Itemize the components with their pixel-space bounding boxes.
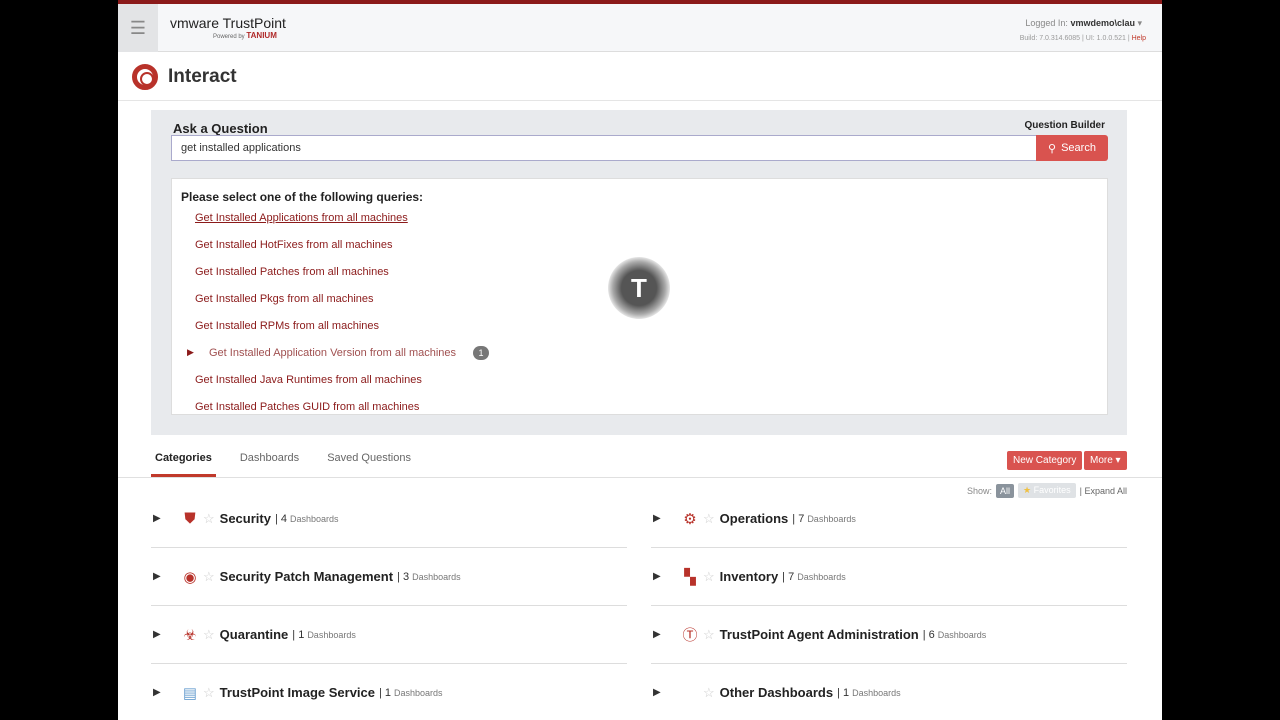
query-item[interactable]: Get Installed Java Runtimes from all mac…	[195, 374, 422, 386]
query-item[interactable]: Get Installed HotFixes from all machines	[195, 239, 392, 251]
category-name[interactable]: Quarantine	[220, 627, 289, 642]
category-row[interactable]: ▶ Ⓣ ☆ TrustPoint Agent Administration | …	[651, 606, 1127, 664]
powered-by: Powered by TANIUM	[213, 31, 277, 40]
tab-bar: Categories Dashboards Saved Questions	[151, 448, 415, 477]
tab-saved-questions[interactable]: Saved Questions	[323, 448, 415, 477]
help-link[interactable]: Help	[1132, 35, 1146, 42]
expand-caret-icon[interactable]: ▶	[651, 571, 681, 582]
ask-label: Ask a Question	[173, 121, 268, 136]
category-row[interactable]: ▶ ⛊ ☆ Security | 4 Dashboards	[151, 490, 627, 548]
category-row[interactable]: ▶ ⚙ ☆ Operations | 7 Dashboards	[651, 490, 1127, 548]
dashboard-count: | 7	[792, 512, 805, 525]
page-header: Interact	[132, 64, 237, 90]
dashboard-count: | 1	[379, 686, 392, 699]
expand-caret-icon[interactable]: ▶	[651, 629, 681, 640]
dashboard-unit: Dashboards	[412, 571, 461, 582]
loading-spinner-icon: T	[608, 257, 670, 319]
category-row[interactable]: ▶ ☆ Other Dashboards | 1 Dashboards	[651, 664, 1127, 720]
favorite-star-icon[interactable]: ☆	[203, 569, 215, 585]
dashboard-count: | 1	[292, 628, 305, 641]
logo: vmware TrustPoint	[170, 15, 286, 31]
image-service-icon: ▤	[182, 684, 198, 702]
new-category-button[interactable]: New Category	[1007, 451, 1083, 470]
tanium-icon: Ⓣ	[682, 627, 698, 644]
category-name[interactable]: Security	[220, 511, 271, 526]
tab-dashboards[interactable]: Dashboards	[236, 448, 303, 477]
shield-icon: ⛊	[184, 510, 196, 527]
category-row[interactable]: ▶ ▚ ☆ Inventory | 7 Dashboards	[651, 548, 1127, 606]
category-row[interactable]: ▶ ◉ ☆ Security Patch Management | 3 Dash…	[151, 548, 627, 606]
dashboard-unit: Dashboards	[290, 513, 339, 524]
expand-caret-icon[interactable]: ▶	[151, 513, 181, 524]
dashboard-unit: Dashboards	[937, 629, 987, 640]
expand-caret-icon[interactable]: ▶	[187, 347, 194, 358]
dashboard-count: | 6	[922, 628, 935, 641]
favorite-star-icon[interactable]: ☆	[703, 511, 715, 527]
favorite-star-icon[interactable]: ☆	[703, 627, 715, 643]
divider	[118, 477, 1162, 478]
favorite-star-icon[interactable]: ☆	[203, 685, 215, 701]
category-row[interactable]: ▶ ▤ ☆ TrustPoint Image Service | 1 Dashb…	[151, 664, 627, 720]
page-title: Interact	[168, 66, 237, 87]
gears-icon: ⚙	[683, 510, 697, 528]
expand-caret-icon[interactable]: ▶	[151, 571, 181, 582]
expand-caret-icon[interactable]: ▶	[651, 513, 681, 524]
category-name[interactable]: Other Dashboards	[720, 685, 833, 700]
tab-categories[interactable]: Categories	[151, 448, 216, 477]
favorite-star-icon[interactable]: ☆	[203, 511, 215, 527]
dashboard-unit: Dashboards	[852, 687, 901, 698]
boxes-icon: ▚	[684, 568, 696, 586]
dashboard-count: | 7	[782, 570, 795, 583]
biohazard-icon: ☣	[183, 626, 197, 644]
dashboard-count: | 4	[274, 512, 287, 525]
user-menu[interactable]: Logged In: vmwdemo\clau ▾	[1025, 18, 1142, 29]
expand-caret-icon[interactable]: ▶	[651, 687, 681, 698]
category-row[interactable]: ▶ ☣ ☆ Quarantine | 1 Dashboards	[151, 606, 627, 664]
category-name[interactable]: Operations	[720, 511, 789, 526]
dashboard-unit: Dashboards	[797, 571, 846, 582]
dashboard-unit: Dashboards	[394, 687, 443, 698]
interact-icon	[132, 64, 158, 90]
favorite-star-icon[interactable]: ☆	[703, 685, 715, 701]
expand-caret-icon[interactable]: ▶	[151, 629, 181, 640]
header: ☰ vmware TrustPoint Powered by TANIUM Lo…	[118, 4, 1162, 52]
query-item[interactable]: Get Installed Pkgs from all machines	[195, 293, 374, 305]
question-input[interactable]	[171, 135, 1037, 161]
more-button[interactable]: More ▾	[1084, 451, 1127, 470]
dashboard-unit: Dashboards	[307, 629, 356, 640]
search-button[interactable]: ⚲ Search	[1036, 135, 1108, 161]
category-name[interactable]: TrustPoint Agent Administration	[720, 627, 919, 642]
results-title: Please select one of the following queri…	[181, 190, 424, 204]
question-builder-link[interactable]: Question Builder	[1024, 120, 1105, 131]
query-item[interactable]: Get Installed RPMs from all machines	[195, 320, 379, 332]
build-info: Build: 7.0.314.6085 | UI: 1.0.0.521 | He…	[1019, 35, 1146, 42]
dashboard-unit: Dashboards	[807, 513, 856, 524]
query-item[interactable]: Get Installed Patches GUID from all mach…	[195, 401, 419, 413]
category-name[interactable]: Security Patch Management	[220, 569, 393, 584]
favorite-star-icon[interactable]: ☆	[203, 627, 215, 643]
query-item[interactable]: Get Installed Application Version from a…	[209, 347, 456, 359]
query-item[interactable]: Get Installed Patches from all machines	[195, 266, 389, 278]
category-name[interactable]: TrustPoint Image Service	[220, 685, 375, 700]
divider	[118, 100, 1162, 101]
category-name[interactable]: Inventory	[720, 569, 779, 584]
query-item[interactable]: Get Installed Applications from all mach…	[195, 212, 408, 224]
count-badge: 1	[473, 346, 489, 360]
dashboard-count: | 1	[837, 686, 850, 699]
favorite-star-icon[interactable]: ☆	[703, 569, 715, 585]
target-icon: ◉	[183, 568, 197, 586]
hamburger-menu-icon[interactable]: ☰	[118, 4, 158, 52]
search-icon: ⚲	[1048, 142, 1057, 155]
app-window: ☰ vmware TrustPoint Powered by TANIUM Lo…	[118, 0, 1162, 720]
expand-caret-icon[interactable]: ▶	[151, 687, 181, 698]
blank-icon	[681, 684, 699, 702]
dashboard-count: | 3	[397, 570, 410, 583]
